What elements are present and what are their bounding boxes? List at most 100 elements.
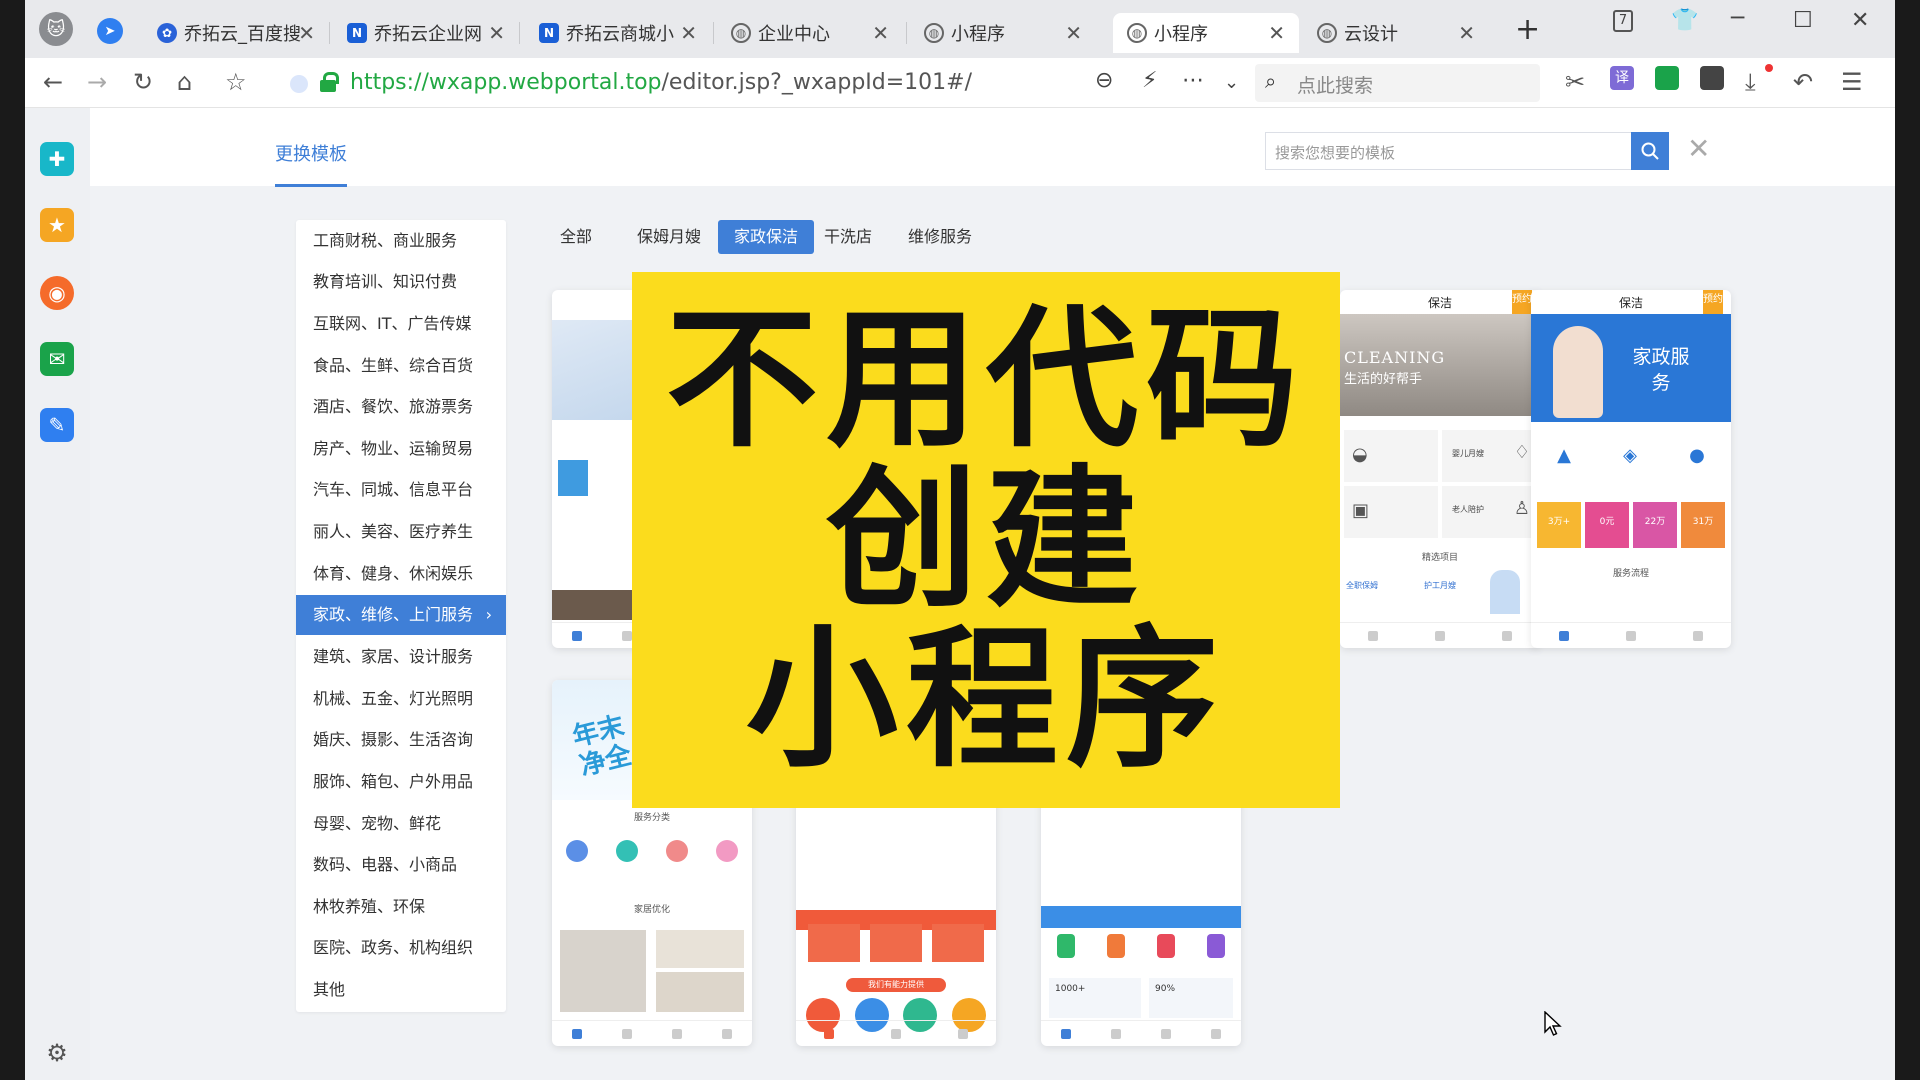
filter-tab-cleaning[interactable]: 家政保洁 [718,220,815,254]
more-dots-icon[interactable]: ⋯ [1182,68,1204,93]
template-card[interactable]: 保洁 预约 CLEANING 生活的好帮手 ◒ 婴儿月嫂 ♢ ▣ 老人陪护 ♙ 精选… [1340,290,1540,648]
tab-6[interactable]: ◍ 云设计 ✕ [1303,13,1489,53]
download-icon[interactable]: ⤓ [1745,68,1756,96]
card-tile [558,460,588,496]
filter-tab-all[interactable]: 全部 [544,220,608,254]
close-icon[interactable]: ✕ [680,21,697,45]
weibo-icon[interactable]: ◉ [40,276,74,310]
close-icon[interactable]: ✕ [1268,21,1285,45]
editor-header: 更换模板 搜索您想要的模板 ✕ [90,108,1895,187]
card-banner-image: 家政服务 [1531,314,1731,422]
filter-tab-repair[interactable]: 维修服务 [892,220,988,254]
category-item[interactable]: 医院、政务、机构组织 [296,928,506,968]
settings-gear-icon[interactable]: ⚙ [40,1036,74,1070]
scissors-icon[interactable]: ✂ [1565,68,1585,96]
maximize-icon[interactable]: ☐ [1793,8,1813,33]
close-icon[interactable]: ✕ [298,21,315,45]
plus-cross-icon[interactable]: ✚ [40,142,74,176]
address-bar[interactable]: https://wxapp.webportal.top/editor.jsp?_… [280,64,1245,102]
browser-logo-icon[interactable]: 🐱 [39,12,73,46]
category-item[interactable]: 酒店、餐饮、旅游票务 [296,387,506,427]
tab-0[interactable]: ✿ 乔拓云_百度搜 ✕ [143,13,329,53]
new-tab-plus-icon[interactable]: + [1515,12,1540,47]
browser-search-input[interactable]: ⌕ 点此搜索 [1255,64,1540,102]
category-item[interactable]: 婚庆、摄影、生活咨询 [296,720,506,760]
star-icon[interactable]: ★ [40,208,74,242]
headline-line-2: 创建 [826,451,1146,628]
send-icon[interactable]: ➤ [97,18,123,44]
template-card[interactable]: 保洁 预约 家政服务 ▲ ◈ ● 3万+ 0元 22万 31万 服务流程 [1531,290,1731,648]
template-search-input[interactable]: 搜索您想要的模板 [1265,132,1633,170]
stat-value: 90% [1155,984,1176,994]
category-item[interactable]: 房产、物业、运输贸易 [296,429,506,469]
template-search-button[interactable] [1631,132,1669,170]
category-item[interactable]: 其他 [296,970,506,1010]
icon-row [1041,934,1241,958]
switch-template-tab[interactable]: 更换模板 [275,140,347,187]
service-tile: ◒ [1344,430,1438,482]
green-extension-icon[interactable] [1655,66,1679,90]
category-item[interactable]: 丽人、美容、医疗养生 [296,512,506,552]
category-icon [616,840,638,862]
filter-tab-nanny[interactable]: 保姆月嫂 [621,220,717,254]
forward-arrow-icon[interactable]: → [87,68,107,96]
category-item[interactable]: 体育、健身、休闲娱乐 [296,554,506,594]
shirt-skin-icon[interactable]: 👕 [1671,8,1698,33]
category-item[interactable]: 建筑、家居、设计服务 [296,637,506,677]
category-item[interactable]: 数码、电器、小商品 [296,845,506,885]
search-icon: ⌕ [1265,69,1277,93]
undo-icon[interactable]: ↶ [1793,68,1813,96]
cleaner-photo [1553,326,1603,418]
close-icon[interactable]: ✕ [1458,21,1475,45]
card-title: 保洁 [1618,296,1643,310]
search-icon [1641,142,1659,160]
category-item[interactable]: 食品、生鲜、综合百货 [296,346,506,386]
category-item[interactable]: 服饰、箱包、户外用品 [296,762,506,802]
close-icon[interactable]: ✕ [872,21,889,45]
url-text[interactable]: https://wxapp.webportal.top/editor.jsp?_… [350,70,972,95]
category-item[interactable]: 互联网、IT、广告传媒 [296,304,506,344]
service-tile [808,924,860,962]
close-icon[interactable]: ✕ [488,21,505,45]
home-icon[interactable]: ⌂ [177,68,192,96]
apps-grid-icon[interactable] [1700,66,1724,90]
zoom-icon[interactable]: ⊖ [1095,68,1113,93]
tab-count-badge[interactable]: 7 [1613,10,1633,32]
room-photo [656,972,744,1012]
back-arrow-icon[interactable]: ← [43,68,63,96]
filter-tab-drycleaner[interactable]: 干洗店 [808,220,888,254]
category-item[interactable]: 工商财税、商业服务 [296,221,506,261]
menu-icon[interactable]: ☰ [1841,68,1863,96]
template-search-placeholder: 搜索您想要的模板 [1275,144,1396,162]
category-list: 工商财税、商业服务 教育培训、知识付费 互联网、IT、广告传媒 食品、生鲜、综合… [296,220,506,1012]
minimize-icon[interactable]: ─ [1731,6,1744,31]
category-item[interactable]: 母婴、宠物、鲜花 [296,804,506,844]
category-item[interactable]: 汽车、同城、信息平台 [296,470,506,510]
tab-5-active[interactable]: ◍ 小程序 ✕ [1113,13,1299,53]
bookmark-star-icon[interactable]: ☆ [225,68,247,96]
category-item-active[interactable]: 家政、维修、上门服务 › [296,595,506,635]
promo-pill: 我们有能力提供 [846,978,946,992]
tab-1[interactable]: N 乔拓云企业网 ✕ [333,13,519,53]
banner-text: 家政服务 [1632,346,1690,394]
category-icon [566,840,588,862]
chevron-down-icon[interactable]: ⌄ [1224,72,1239,93]
tab-4[interactable]: ◍ 小程序 ✕ [910,13,1096,53]
close-icon[interactable]: ✕ [1065,21,1082,45]
window-close-icon[interactable]: ✕ [1851,8,1869,33]
tab-label: 乔拓云商城小 [566,24,674,45]
translate-icon[interactable]: 译 [1610,66,1634,90]
stat-tile: 1000+ [1049,978,1141,1018]
category-item[interactable]: 机械、五金、灯光照明 [296,679,506,719]
close-icon[interactable]: ✕ [1687,132,1710,165]
category-item[interactable]: 林牧养殖、环保 [296,887,506,927]
category-item[interactable]: 教育培训、知识付费 [296,262,506,302]
tab-bar: 🐱 ➤ ✿ 乔拓云_百度搜 ✕ N 乔拓云企业网 ✕ N 乔拓云商城小 ✕ ◍ … [25,0,1895,58]
tab-3[interactable]: ◍ 企业中心 ✕ [717,13,903,53]
tab-2[interactable]: N 乔拓云商城小 ✕ [525,13,711,53]
note-icon[interactable]: ✎ [40,408,74,442]
stat-tile: 31万 [1681,502,1725,548]
lightning-icon[interactable]: ⚡ [1142,68,1157,93]
reload-icon[interactable]: ↻ [133,68,153,96]
mail-icon[interactable]: ✉ [40,342,74,376]
